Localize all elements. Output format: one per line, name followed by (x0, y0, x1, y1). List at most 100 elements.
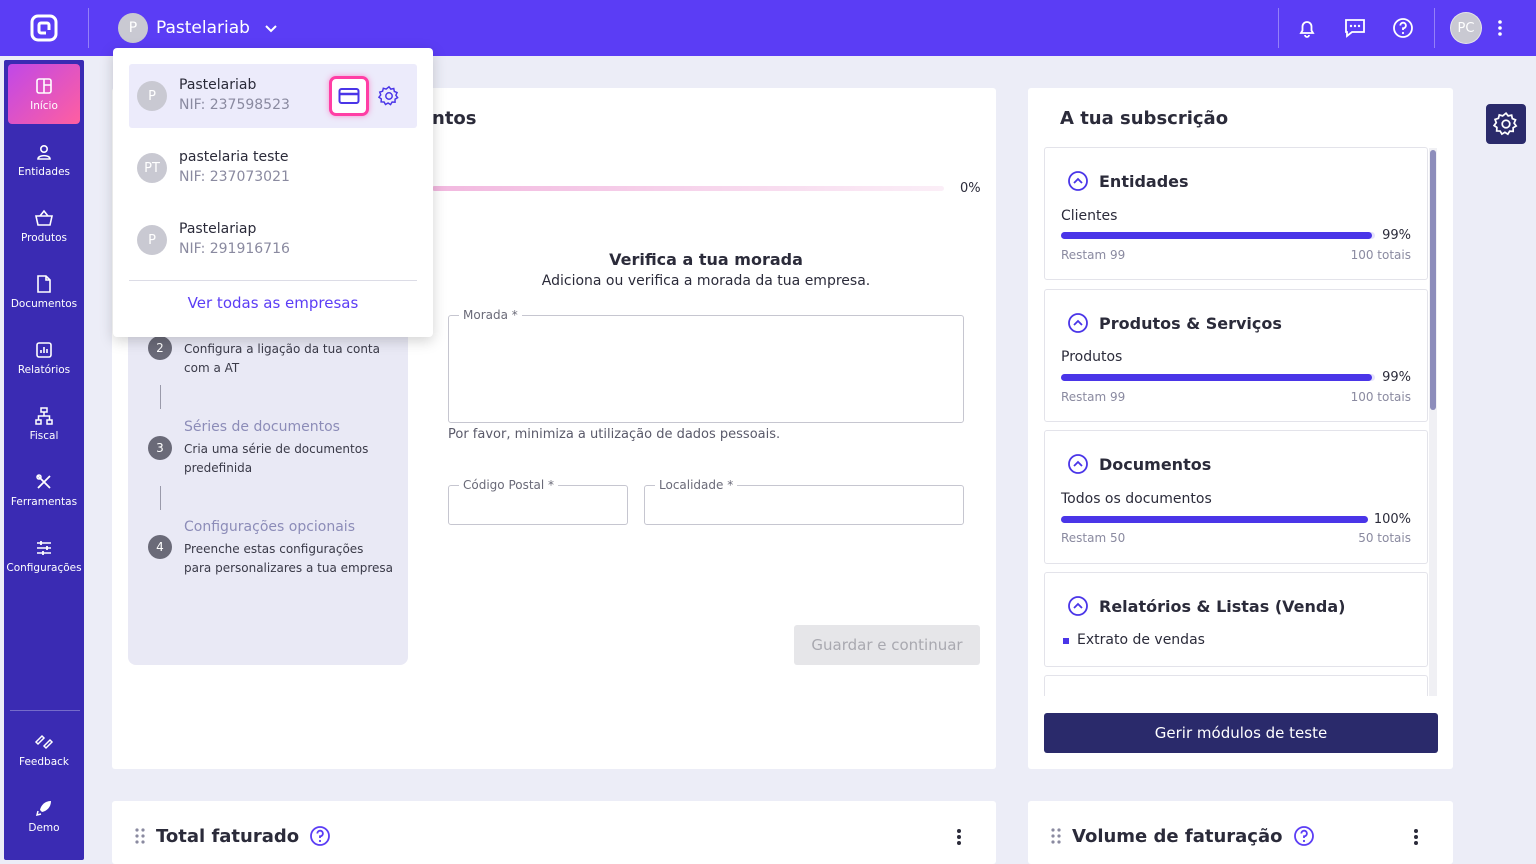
module-documentos: Documentos Todos os documentos 100% Rest… (1044, 430, 1428, 564)
help-icon[interactable] (309, 825, 331, 847)
sidebar-item-produtos[interactable]: Produtos (8, 196, 80, 256)
divider (1278, 8, 1279, 48)
usage-pct: 99% (1382, 228, 1411, 243)
sidebar-item-feedback[interactable]: Feedback (8, 720, 80, 780)
feedback-icon (34, 733, 54, 751)
more-vertical-icon[interactable] (1486, 14, 1514, 42)
sidebar-item-label: Fiscal (29, 429, 59, 442)
bell-icon[interactable] (1293, 14, 1321, 42)
chat-icon[interactable] (1341, 14, 1369, 42)
form-subtitle: Adiciona ou verifica a morada da tua emp… (541, 273, 871, 289)
company-avatar: P (137, 225, 167, 255)
step-title[interactable]: Configurações opcionais (184, 519, 355, 535)
module-item-name: Produtos (1061, 349, 1123, 365)
gear-icon (378, 85, 400, 107)
company-avatar: PT (137, 153, 167, 183)
scrollbar-thumb[interactable] (1430, 150, 1436, 410)
credit-card-icon (338, 87, 360, 105)
more-vertical-icon[interactable] (954, 828, 964, 846)
sidebar-item-documentos[interactable]: Documentos (8, 262, 80, 322)
chevron-up-circle-icon (1067, 312, 1089, 334)
usage-total: 100 totais (1350, 248, 1411, 262)
chevron-up-circle-icon (1067, 595, 1089, 617)
usage-total: 100 totais (1350, 390, 1411, 404)
locality-field[interactable]: Localidade * (644, 478, 964, 525)
sidebar-item-label: Configurações (6, 561, 82, 574)
setup-progress-bar (432, 186, 944, 191)
company-option[interactable]: PT pastelaria teste NIF: 237073021 (129, 136, 417, 200)
postal-code-label: Código Postal * (459, 478, 559, 492)
module-title: Entidades (1099, 171, 1189, 191)
module-entidades: Entidades Clientes 99% Restam 99 100 tot… (1044, 147, 1428, 280)
module-item-name: Extrato de vendas (1077, 632, 1205, 648)
module-header[interactable]: Produtos & Serviços (1067, 312, 1282, 334)
company-option-name: Pastelariab (179, 77, 257, 93)
settings-gear-button[interactable] (1486, 104, 1526, 144)
company-option-nif: NIF: 237073021 (179, 169, 290, 185)
help-icon[interactable] (1293, 825, 1315, 847)
module-relatorios: Relatórios & Listas (Venda) Extrato de v… (1044, 572, 1428, 667)
company-avatar: P (118, 13, 148, 43)
more-vertical-icon[interactable] (1411, 828, 1421, 846)
module-header[interactable]: Documentos (1067, 453, 1211, 475)
user-avatar[interactable]: PC (1450, 12, 1482, 44)
usage-bar-fill (1061, 374, 1372, 381)
basket-icon (34, 209, 54, 227)
step-number: 2 (148, 336, 172, 360)
morada-field[interactable]: Morada * (448, 308, 964, 423)
sidebar-item-label: Relatórios (17, 363, 71, 376)
sidebar-item-label: Entidades (17, 165, 71, 178)
module-header[interactable]: Relatórios & Listas (Venda) (1067, 595, 1345, 617)
chevron-down-icon (264, 21, 278, 35)
sidebar-item-relatorios[interactable]: Relatórios (8, 328, 80, 388)
sidebar-item-inicio[interactable]: Início (8, 64, 80, 124)
drag-handle-icon[interactable] (134, 827, 146, 845)
sidebar-item-label: Feedback (18, 755, 69, 768)
company-settings-button[interactable] (377, 84, 401, 108)
drag-handle-icon[interactable] (1050, 827, 1062, 845)
module-title: Relatórios & Listas (Venda) (1099, 596, 1346, 616)
step-desc: Cria uma série de documentos predefinida (184, 442, 369, 475)
sidebar-item-fiscal[interactable]: Fiscal (8, 394, 80, 454)
help-icon[interactable] (1389, 14, 1417, 42)
company-name: Pastelariab (156, 18, 250, 38)
total-faturado-header: Total faturado (134, 825, 331, 847)
module-header[interactable]: Entidades (1067, 170, 1189, 192)
logo-icon[interactable] (30, 14, 58, 42)
step-connector (160, 486, 161, 510)
sidebar-item-demo[interactable]: Demo (8, 786, 80, 846)
sidebar-item-label: Ferramentas (10, 495, 78, 508)
sidebar-item-entidades[interactable]: Entidades (8, 130, 80, 190)
gear-icon (1493, 111, 1519, 137)
module-partial (1044, 675, 1428, 696)
step-title[interactable]: Séries de documentos (184, 419, 340, 435)
setup-title: ntos (432, 108, 477, 129)
sliders-icon (35, 539, 53, 557)
usage-bar-fill (1061, 516, 1368, 523)
module-item-name: Clientes (1061, 208, 1118, 224)
billing-card-button[interactable] (329, 76, 369, 116)
save-continue-button[interactable]: Guardar e continuar (794, 625, 980, 665)
dropdown-divider (129, 280, 417, 281)
module-title: Documentos (1099, 454, 1212, 474)
company-option-nif: NIF: 291916716 (179, 241, 290, 257)
hierarchy-icon (35, 406, 53, 425)
module-item-name: Todos os documentos (1061, 491, 1212, 507)
form-title: Verifica a tua morada (609, 250, 803, 269)
subscription-title: A tua subscrição (1060, 108, 1229, 129)
dashboard-icon (35, 77, 53, 95)
sidebar-item-label: Produtos (21, 231, 67, 244)
usage-bar (1061, 374, 1375, 381)
see-all-companies-link[interactable]: Ver todas as empresas (113, 294, 433, 312)
postal-code-field[interactable]: Código Postal * (448, 478, 628, 525)
card-title: Total faturado (156, 825, 300, 847)
manage-trial-modules-button[interactable]: Gerir módulos de teste (1044, 713, 1438, 753)
step-number: 4 (148, 535, 172, 559)
sidebar-item-configuracoes[interactable]: Configurações (6, 526, 82, 586)
company-switcher[interactable]: P Pastelariab (118, 13, 278, 43)
company-option[interactable]: P Pastelariap NIF: 291916716 (129, 208, 417, 272)
module-produtos: Produtos & Serviços Produtos 99% Restam … (1044, 289, 1428, 422)
sidebar-item-ferramentas[interactable]: Ferramentas (8, 460, 80, 520)
company-option[interactable]: P Pastelariab NIF: 237598523 (129, 64, 417, 128)
usage-remaining: Restam 50 (1061, 531, 1126, 545)
